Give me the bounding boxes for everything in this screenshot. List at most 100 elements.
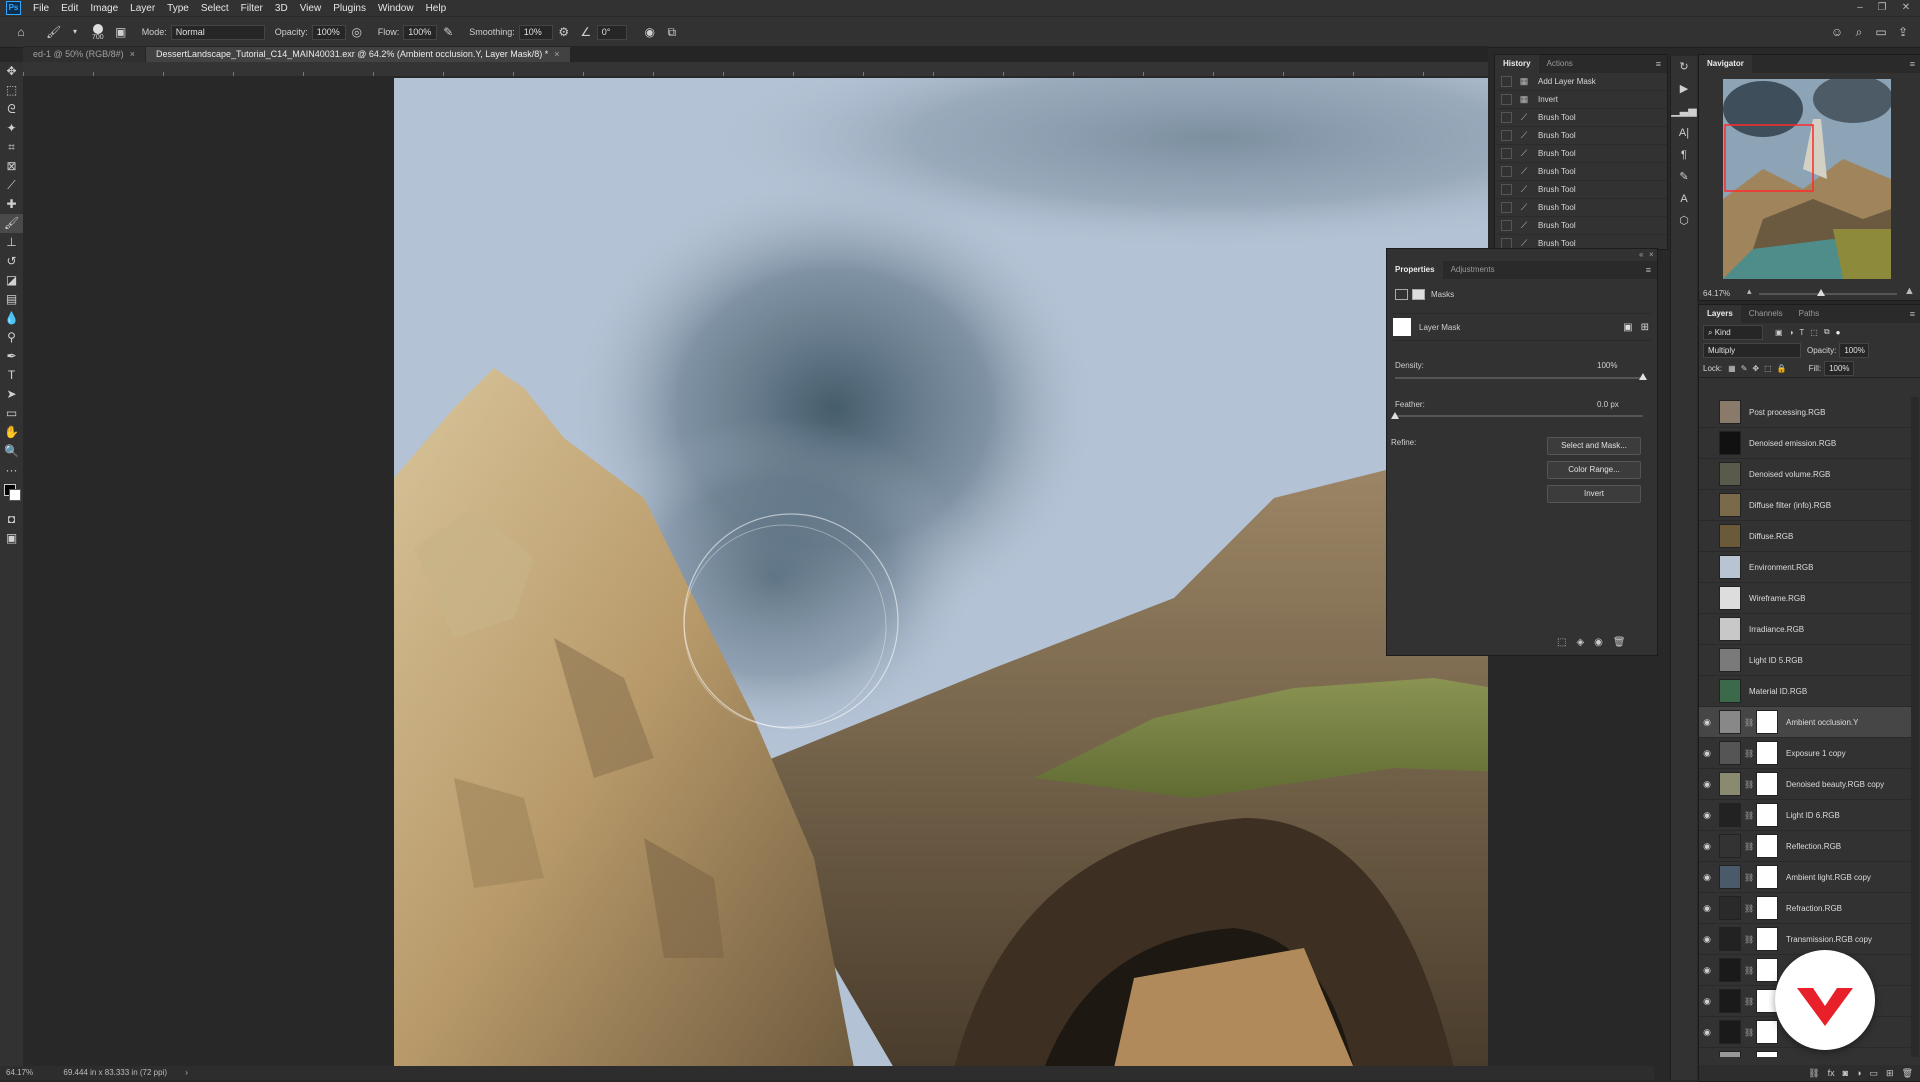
filter-toggle-icon[interactable]: ● [1836,328,1841,337]
layer-mask-thumbnail[interactable] [1756,865,1778,889]
layer-name[interactable]: Denoised volume.RGB [1749,470,1830,479]
smoothing-field[interactable]: 10% [518,24,553,40]
layer-thumbnail[interactable] [1719,803,1741,827]
delete-layer-icon[interactable]: 🗑 [1902,1068,1913,1079]
layer-row[interactable]: Environment.RGB [1699,552,1911,583]
snapshot-checkbox[interactable] [1501,76,1512,87]
filter-type-icon[interactable]: T [1799,328,1804,337]
eye-icon[interactable]: ◉ [1699,748,1715,759]
healing-brush-tool-icon[interactable]: ✚ [0,195,23,214]
layer-thumbnail[interactable] [1719,896,1741,920]
tab-adjustments[interactable]: Adjustments [1443,261,1503,279]
layer-thumbnail[interactable] [1719,493,1741,517]
close-window-icon[interactable]: ✕ [1896,0,1916,16]
layer-row[interactable]: ◉ ⛓ Ambient occlusion.Y [1699,707,1911,738]
tab-actions[interactable]: Actions [1539,55,1581,73]
new-layer-icon[interactable]: ⊞ [1886,1068,1894,1079]
layer-row[interactable]: Denoised volume.RGB [1699,459,1911,490]
filter-shape-icon[interactable]: ⬚ [1810,328,1818,337]
mask-link-icon[interactable]: ⛓ [1744,780,1754,789]
layer-thumbnail[interactable] [1719,865,1741,889]
layer-name[interactable]: Light ID 6.RGB [1786,811,1840,820]
pressure-opacity-icon[interactable]: ◎ [350,25,364,39]
mask-link-icon[interactable]: ⛓ [1744,873,1754,882]
snapshot-checkbox[interactable] [1501,130,1512,141]
snapshot-checkbox[interactable] [1501,220,1512,231]
brush-preset-picker[interactable]: 700 [92,23,104,41]
mode-select[interactable]: Normal [170,24,265,40]
lasso-tool-icon[interactable]: ᘓ [0,100,23,119]
color-swatches[interactable] [0,480,23,510]
navigator-thumbnail[interactable] [1723,79,1891,279]
mask-link-icon[interactable]: ⛓ [1744,997,1754,1006]
layer-mask-thumbnail[interactable] [1756,1051,1778,1057]
history-panel-icon[interactable]: ↻ [1671,56,1697,78]
snapshot-checkbox[interactable] [1501,166,1512,177]
history-brush-tool-icon[interactable]: ↺ [0,252,23,271]
layer-opacity-field[interactable]: 100% [1839,342,1870,358]
layer-mask-thumbnail[interactable] [1756,710,1778,734]
layer-thumbnail[interactable] [1719,834,1741,858]
close-tab-icon[interactable]: × [554,49,559,59]
feather-value[interactable]: 0.0 px [1597,400,1619,409]
layer-mask-thumbnail[interactable] [1756,741,1778,765]
navigator-zoom-value[interactable]: 64.17% [1703,289,1730,298]
history-item[interactable]: ⟋ Brush Tool [1495,181,1667,199]
lock-position-icon[interactable]: ✥ [1752,364,1759,373]
lock-transparency-icon[interactable]: ▦ [1728,364,1736,373]
layer-row[interactable]: ◉ ⛓ Light ID 6.RGB [1699,800,1911,831]
mask-link-icon[interactable]: ⛓ [1744,811,1754,820]
navigator-zoom-slider[interactable] [1759,293,1897,295]
horizontal-ruler[interactable] [23,62,1488,77]
glyphs-panel-icon[interactable]: A [1671,188,1697,210]
lock-pixels-icon[interactable]: ✎ [1741,364,1748,373]
mask-link-icon[interactable]: ⛓ [1744,749,1754,758]
dodge-tool-icon[interactable]: ⚲ [0,328,23,347]
feather-slider[interactable] [1395,415,1643,417]
pixel-mask-icon[interactable] [1395,289,1408,300]
mask-link-icon[interactable]: ⛓ [1744,718,1754,727]
eyedropper-tool-icon[interactable]: ⟋ [0,176,23,195]
brush-tool-icon[interactable]: 🖌 [0,214,23,233]
snapshot-checkbox[interactable] [1501,112,1512,123]
magic-wand-tool-icon[interactable]: ✦ [0,119,23,138]
history-item[interactable]: ⟋ Brush Tool [1495,163,1667,181]
mask-link-icon[interactable]: ⛓ [1744,842,1754,851]
density-value[interactable]: 100% [1597,361,1617,370]
share-icon[interactable]: ☺ [1830,25,1844,39]
add-mask-icon[interactable]: ◙ [1843,1068,1848,1078]
brush-tool-icon[interactable]: 🖌 [46,25,61,39]
layer-thumbnail[interactable] [1719,462,1741,486]
new-adjustment-layer-icon[interactable]: ◑ [1856,1068,1861,1078]
select-and-mask-button[interactable]: Select and Mask... [1547,437,1641,455]
history-item[interactable]: ⟋ Brush Tool [1495,109,1667,127]
layer-thumbnail[interactable] [1719,586,1741,610]
invert-button[interactable]: Invert [1547,485,1641,503]
layer-name[interactable]: Refraction.RGB [1786,904,1842,913]
layer-name[interactable]: Denoised emission.RGB [1749,439,1836,448]
status-zoom[interactable]: 64.17% [6,1068,33,1077]
layer-thumbnail[interactable] [1719,524,1741,548]
clone-stamp-tool-icon[interactable]: ⊥ [0,233,23,252]
history-item[interactable]: ⟋ Brush Tool [1495,127,1667,145]
history-item[interactable]: ⟋ Brush Tool [1495,145,1667,163]
apply-mask-icon[interactable]: ◈ [1576,637,1584,648]
history-item[interactable]: ⟋ Brush Tool [1495,199,1667,217]
paragraph-panel-icon[interactable]: ¶ [1671,144,1697,166]
blur-tool-icon[interactable]: 💧 [0,309,23,328]
eraser-tool-icon[interactable]: ◪ [0,271,23,290]
filter-adjustment-icon[interactable]: ◑ [1789,328,1794,337]
move-tool-icon[interactable]: ✥ [0,62,23,81]
history-item[interactable]: ⟋ Brush Tool [1495,217,1667,235]
smoothing-options-icon[interactable]: ⚙ [557,25,571,39]
menu-view[interactable]: View [294,3,328,14]
lock-artboard-icon[interactable]: ⬚ [1764,364,1772,373]
zoom-out-icon[interactable]: ▴ [1747,286,1752,297]
toggle-mask-visibility-icon[interactable]: ◉ [1594,637,1603,648]
3d-panel-icon[interactable]: ⬡ [1671,210,1697,232]
opacity-field[interactable]: 100% [311,24,346,40]
eye-icon[interactable]: ◉ [1699,779,1715,790]
fill-field[interactable]: 100% [1824,360,1855,376]
menu-edit[interactable]: Edit [55,3,84,14]
history-item[interactable]: ▦ Add Layer Mask [1495,73,1667,91]
